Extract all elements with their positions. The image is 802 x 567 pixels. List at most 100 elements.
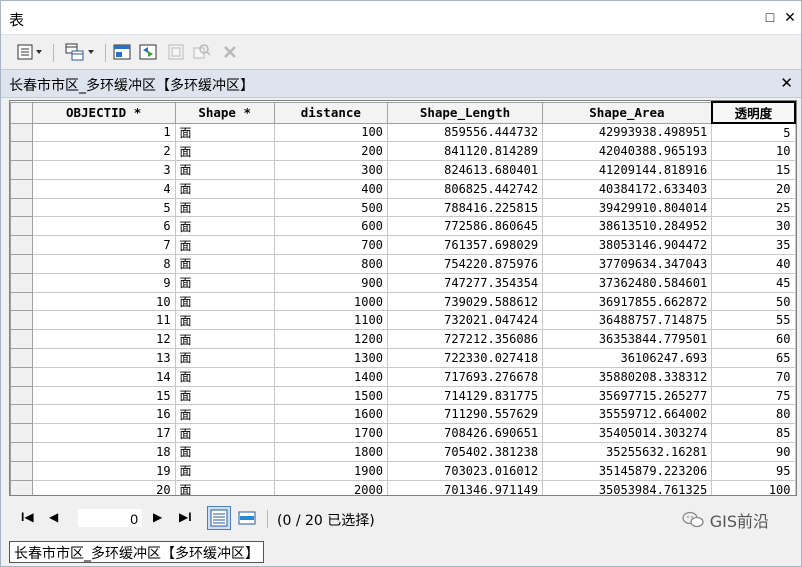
cell-objectid[interactable]: 11 (31, 310, 176, 331)
cell-transparency[interactable]: 80 (711, 404, 796, 425)
cell-distance[interactable]: 1200 (273, 329, 388, 350)
row-selector[interactable] (10, 235, 33, 256)
cell-transparency[interactable]: 15 (711, 160, 796, 180)
row-selector[interactable] (10, 291, 33, 312)
related-tables-button[interactable] (59, 41, 99, 63)
cell-shape-area[interactable]: 36353844.779501 (542, 329, 713, 350)
cell-distance[interactable]: 1900 (273, 460, 388, 481)
cell-shape-area[interactable]: 38053146.904472 (542, 235, 713, 256)
switch-selection-button[interactable] (137, 41, 159, 63)
cell-shape-area[interactable]: 36488757.714875 (542, 310, 713, 331)
row-selector[interactable] (10, 460, 33, 481)
cell-shape-area[interactable]: 35559712.664002 (542, 404, 713, 425)
cell-shape-area[interactable]: 39429910.804014 (542, 197, 713, 218)
cell-shape-area[interactable]: 42040388.965193 (542, 141, 713, 162)
cell-shape[interactable]: 面 (174, 329, 275, 350)
select-by-attributes-button[interactable] (111, 41, 133, 63)
cell-distance[interactable]: 1600 (273, 404, 388, 425)
next-record-button[interactable]: ▶ (153, 510, 162, 524)
row-selector[interactable] (10, 348, 33, 368)
cell-objectid[interactable]: 9 (31, 272, 176, 293)
cell-objectid[interactable]: 2 (31, 141, 176, 162)
cell-distance[interactable]: 1800 (273, 442, 388, 462)
table-row[interactable]: 1 面 100 859556.444732 42993938.498951 5 (10, 122, 796, 143)
cell-transparency[interactable]: 40 (711, 254, 796, 274)
row-selector[interactable] (10, 479, 33, 495)
cell-shape-length[interactable]: 824613.680401 (386, 160, 544, 180)
cell-shape-area[interactable]: 35697715.265277 (542, 385, 713, 406)
cell-shape-area[interactable]: 40384172.633403 (542, 178, 713, 199)
row-selector[interactable] (10, 329, 33, 350)
cell-shape-length[interactable]: 705402.381238 (386, 442, 544, 462)
table-row[interactable]: 19 面 1900 703023.016012 35145879.223206 95 (10, 460, 796, 481)
cell-objectid[interactable]: 16 (31, 404, 176, 425)
cell-shape[interactable]: 面 (174, 460, 275, 481)
cell-distance[interactable]: 1700 (273, 423, 388, 444)
cell-transparency[interactable]: 45 (711, 272, 796, 293)
cell-shape[interactable]: 面 (174, 178, 275, 199)
cell-distance[interactable]: 1100 (273, 310, 388, 331)
cell-shape[interactable]: 面 (174, 254, 275, 274)
cell-shape-area[interactable]: 35405014.303274 (542, 423, 713, 444)
cell-shape-length[interactable]: 727212.356086 (386, 329, 544, 350)
cell-shape-length[interactable]: 841120.814289 (386, 141, 544, 162)
table-row[interactable]: 8 面 800 754220.875976 37709634.347043 40 (10, 254, 796, 274)
table-row[interactable]: 9 面 900 747277.354354 37362480.584601 45 (10, 272, 796, 293)
table-row[interactable]: 5 面 500 788416.225815 39429910.804014 25 (10, 197, 796, 218)
table-row[interactable]: 10 面 1000 739029.588612 36917855.662872 50 (10, 291, 796, 312)
row-selector[interactable] (10, 178, 33, 199)
cell-shape[interactable]: 面 (174, 310, 275, 331)
cell-shape-length[interactable]: 717693.276678 (386, 366, 544, 387)
cell-objectid[interactable]: 5 (31, 197, 176, 218)
cell-objectid[interactable]: 17 (31, 423, 176, 444)
cell-shape[interactable]: 面 (174, 235, 275, 256)
cell-objectid[interactable]: 19 (31, 460, 176, 481)
cell-shape[interactable]: 面 (174, 385, 275, 406)
table-row[interactable]: 2 面 200 841120.814289 42040388.965193 10 (10, 141, 796, 162)
table-row[interactable]: 15 面 1500 714129.831775 35697715.265277 75 (10, 385, 796, 406)
cell-shape-length[interactable]: 806825.442742 (386, 178, 544, 199)
cell-shape[interactable]: 面 (174, 423, 275, 444)
cell-distance[interactable]: 500 (273, 197, 388, 218)
column-header-shape[interactable]: Shape * (174, 101, 275, 124)
cell-shape-area[interactable]: 41209144.818916 (542, 160, 713, 180)
show-all-records-button[interactable] (207, 506, 231, 530)
cell-shape[interactable]: 面 (174, 442, 275, 462)
cell-shape-length[interactable]: 772586.860645 (386, 216, 544, 237)
cell-shape-length[interactable]: 761357.698029 (386, 235, 544, 256)
table-options-button[interactable] (11, 41, 47, 63)
last-record-button[interactable]: ▶I (179, 510, 192, 524)
cell-shape-area[interactable]: 37362480.584601 (542, 272, 713, 293)
cell-transparency[interactable]: 20 (711, 178, 796, 199)
cell-transparency[interactable]: 90 (711, 442, 796, 462)
cell-objectid[interactable]: 13 (31, 348, 176, 368)
column-header-distance[interactable]: distance (273, 101, 388, 124)
table-row[interactable]: 12 面 1200 727212.356086 36353844.779501 60 (10, 329, 796, 350)
cell-shape-area[interactable]: 35053984.761325 (542, 479, 713, 495)
column-header-transparency[interactable]: 透明度 (710, 101, 796, 124)
table-row[interactable]: 16 面 1600 711290.557629 35559712.664002 80 (10, 404, 796, 425)
table-row[interactable]: 13 面 1300 722330.027418 36106247.693 65 (10, 348, 796, 368)
cell-shape-length[interactable]: 714129.831775 (386, 385, 544, 406)
cell-shape-length[interactable]: 708426.690651 (386, 423, 544, 444)
cell-shape-length[interactable]: 701346.971149 (386, 479, 544, 495)
cell-shape[interactable]: 面 (174, 348, 275, 368)
show-selected-records-button[interactable] (235, 506, 259, 530)
cell-shape-area[interactable]: 38613510.284952 (542, 216, 713, 237)
row-selector[interactable] (10, 404, 33, 425)
row-selector[interactable] (10, 366, 33, 387)
cell-transparency[interactable]: 65 (711, 348, 796, 368)
cell-shape-length[interactable]: 788416.225815 (386, 197, 544, 218)
cell-shape[interactable]: 面 (174, 160, 275, 180)
cell-distance[interactable]: 800 (273, 254, 388, 274)
cell-shape-length[interactable]: 739029.588612 (386, 291, 544, 312)
attribute-table[interactable]: OBJECTID * Shape * distance Shape_Length… (9, 100, 797, 496)
cell-objectid[interactable]: 15 (31, 385, 176, 406)
row-selector[interactable] (10, 254, 33, 274)
cell-shape-length[interactable]: 859556.444732 (386, 122, 544, 143)
cell-distance[interactable]: 1500 (273, 385, 388, 406)
close-tab-button[interactable]: ✕ (780, 74, 793, 92)
table-row[interactable]: 4 面 400 806825.442742 40384172.633403 20 (10, 178, 796, 199)
cell-transparency[interactable]: 55 (711, 310, 796, 331)
row-selector[interactable] (10, 423, 33, 444)
